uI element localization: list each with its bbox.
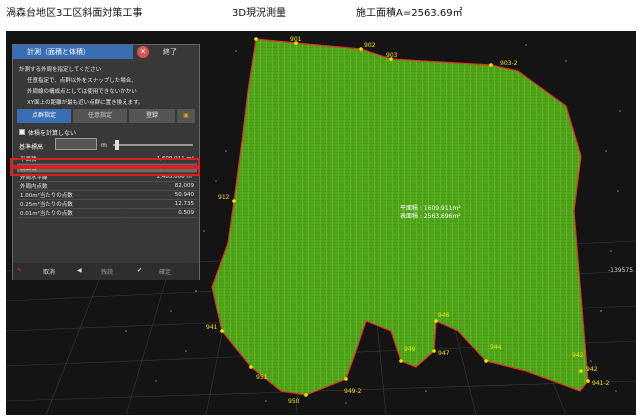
base-height-slider-track[interactable] xyxy=(113,144,193,146)
row-value: 82,009 xyxy=(120,181,197,192)
panel-title: 計測（面積と体積） xyxy=(13,45,133,59)
axis-value: -139575 xyxy=(608,267,634,274)
folder-icon[interactable]: ▣ xyxy=(177,109,195,123)
close-icon[interactable]: ✕ xyxy=(137,46,149,58)
base-height-unit: m xyxy=(101,142,107,149)
row-value: 0.509 xyxy=(120,208,197,219)
point-label: 941 xyxy=(206,324,218,331)
point-label: 902 xyxy=(364,42,376,49)
row-label: 0.01m²当たりの点数 xyxy=(17,208,121,219)
surface-area-annotation: 表面積 : 2563.696m² xyxy=(400,213,461,220)
table-row: 0.01m²当たりの点数 0.509 xyxy=(17,208,197,219)
table-row: 外周内点数 82,009 xyxy=(17,181,197,192)
row-value: 12.735 xyxy=(120,199,197,210)
point-label: 947 xyxy=(438,350,450,357)
point-label: 949-2 xyxy=(344,388,362,395)
base-height-label: 基準標高 xyxy=(19,144,44,151)
instruction-text: 計測する外周を指定してください xyxy=(19,67,102,73)
register-button[interactable]: 登録 xyxy=(129,109,175,123)
volume-checkbox-label: 体積を計算しない xyxy=(28,130,77,137)
highlight-surface-area xyxy=(10,167,200,176)
point-label: 903-2 xyxy=(500,60,518,67)
construction-area: 施工面積A=2563.69㎡ xyxy=(356,8,463,19)
table-row: 0.25m²当たりの点数 12.735 xyxy=(17,199,197,210)
row-value: 50.940 xyxy=(120,190,197,201)
survey-type: 3D現況測量 xyxy=(232,8,287,19)
instruction-text: 外周線の構成点としては使用できないかかい xyxy=(27,89,137,95)
row-label: 1.00m²当たりの点数 xyxy=(17,190,121,201)
point-label: 942 xyxy=(572,352,584,359)
row-label: 外周内点数 xyxy=(17,181,121,192)
back-button[interactable]: 残読 xyxy=(101,267,113,276)
highlight-plan-area xyxy=(10,158,200,167)
point-label: 951 xyxy=(256,374,268,381)
row-label: 0.25m²当たりの点数 xyxy=(17,199,121,210)
cancel-button[interactable]: 取消 xyxy=(43,267,55,276)
instruction-text: XY面上の距離が最も近い点群に置き換えます。 xyxy=(27,100,144,106)
exit-button[interactable]: 終了 xyxy=(163,47,177,57)
check-icon[interactable]: ✔ xyxy=(137,267,142,274)
project-title: 渦森台地区3工区斜面対策工事 xyxy=(6,8,143,19)
base-height-slider-knob[interactable] xyxy=(115,140,119,150)
free-select-button[interactable]: 任意指定 xyxy=(73,109,127,123)
point-label: 912 xyxy=(218,194,230,201)
point-label: 950 xyxy=(288,398,300,405)
document-header: 渦森台地区3工区斜面対策工事 3D現況測量 施工面積A=2563.69㎡ xyxy=(0,0,640,24)
point-label: 942 xyxy=(586,366,598,373)
point-label: 901 xyxy=(290,36,302,43)
panel-footer: ✎ 取消 ◀ 残読 ✔ 確定 xyxy=(13,263,199,280)
table-row: 1.00m²当たりの点数 50.940 xyxy=(17,190,197,201)
point-label: 949 xyxy=(404,346,416,353)
brush-icon: ✎ xyxy=(17,267,23,274)
instruction-text: 任意指定で、点群以外をスナップした場合、 xyxy=(27,78,137,84)
back-icon[interactable]: ◀ xyxy=(77,267,82,274)
point-label: 944 xyxy=(490,344,502,351)
base-height-input[interactable] xyxy=(55,138,97,150)
point-select-button[interactable]: 点群指定 xyxy=(17,109,71,123)
point-label: 903 xyxy=(386,52,398,59)
volume-checkbox[interactable] xyxy=(19,129,25,135)
confirm-button[interactable]: 確定 xyxy=(159,267,171,276)
point-label: 946 xyxy=(438,312,450,319)
point-label: 941-2 xyxy=(592,380,610,387)
